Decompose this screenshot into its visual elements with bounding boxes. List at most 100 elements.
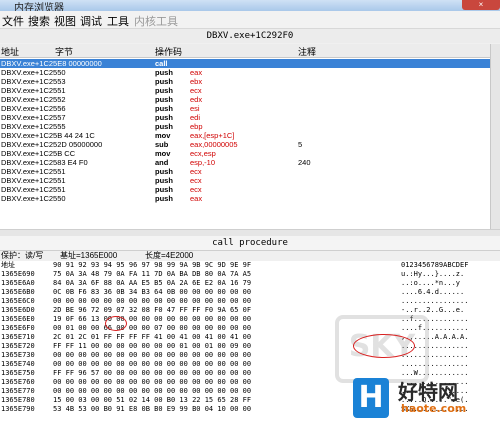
disasm-address: DBXV.exe+1C2551 [1, 176, 66, 185]
header-bytes[interactable]: 字节 [55, 45, 73, 58]
disasm-row[interactable]: DBXV.exe+1C2583 E4 F0 and esp,-10 240 [0, 158, 490, 167]
disasm-row[interactable]: DBXV.exe+1C2552 push edx [0, 95, 490, 104]
disasm-row[interactable]: DBXV.exe+1C2557 push edi [0, 113, 490, 122]
disasm-operand: ecx [190, 167, 202, 176]
hex-row-bytes: 00 00 00 00 00 00 00 00 00 00 00 00 00 0… [53, 387, 252, 395]
disasm-row[interactable]: DBXV.exe+1C2551 push ecx [0, 167, 490, 176]
disasm-address: DBXV.exe+1C252D 05000000 [1, 140, 103, 149]
disasm-mnemonic: push [155, 167, 173, 176]
hex-header-address: 地址 [1, 261, 15, 269]
hex-row-address: 1365E790 [1, 405, 35, 413]
disasm-operand: edx [190, 95, 203, 104]
hex-row-bytes: 00 00 00 00 00 00 00 00 00 00 00 00 00 0… [53, 297, 252, 305]
disasm-row[interactable]: DBXV.exe+1C2551 push ecx [0, 86, 490, 95]
disasm-operand: eax [190, 194, 203, 203]
disasm-mnemonic: mov [155, 149, 171, 158]
disasm-operand: ecx [190, 86, 202, 95]
disasm-address: DBXV.exe+1C2551 [1, 167, 66, 176]
hex-row-address: 1365E6D0 [1, 306, 35, 314]
logo-mark-icon: H [353, 378, 389, 418]
hex-row-bytes: FF FF 96 57 00 00 00 00 00 00 00 00 00 0… [53, 369, 252, 377]
header-address[interactable]: 地址 [1, 45, 19, 58]
hex-row-ascii: ..:o....*n...y [401, 279, 461, 287]
disasm-row[interactable]: DBXV.exe+1C25E8 00000000 call [0, 59, 490, 68]
hex-row-address: 1365E6C0 [1, 297, 35, 305]
disasm-address: DBXV.exe+1C2555 [1, 122, 66, 131]
disasm-row[interactable]: DBXV.exe+1C2553 push ebx [0, 77, 490, 86]
disasm-address: DBXV.exe+1C2550 [1, 194, 66, 203]
disasm-row[interactable]: DBXV.exe+1C2555 push ebp [0, 122, 490, 131]
hex-dump-row[interactable]: 1365E6C0 00 00 00 00 00 00 00 00 00 00 00… [0, 297, 500, 306]
disasm-row[interactable]: DBXV.exe+1C252D 05000000 sub eax,00000005 5 [0, 140, 490, 149]
menu-file[interactable]: 文件 [2, 13, 24, 29]
disasm-mnemonic: push [155, 77, 173, 86]
hex-dump-row[interactable]: 1365E690 75 0A 3A 48 79 0A FA 11 7D 0A BA… [0, 270, 500, 279]
hex-row-address: 1365E750 [1, 369, 35, 377]
disasm-mnemonic: mov [155, 131, 171, 140]
hex-dump-row[interactable]: 1365E6A0 84 0A 3A 6F 88 0A AA E5 B5 0A 2A… [0, 279, 500, 288]
disasm-column-header: 地址 字节 操作码 注释 [0, 44, 490, 58]
hex-row-address: 1365E740 [1, 360, 35, 368]
hex-row-address: 1365E770 [1, 387, 35, 395]
disassembly-pane[interactable]: 地址 字节 操作码 注释 DBXV.exe+1C25E8 00000000 cal… [0, 44, 490, 229]
logo-name: 好特网 [398, 380, 458, 404]
disasm-address: DBXV.exe+1C2556 [1, 104, 66, 113]
memory-base: 基址=1365E000 [60, 251, 118, 260]
hex-row-address: 1365E6A0 [1, 279, 35, 287]
disasm-row[interactable]: DBXV.exe+1C2556 push esi [0, 104, 490, 113]
hex-row-bytes: 75 0A 3A 48 79 0A FA 11 7D 0A BA DB 80 0… [53, 270, 252, 278]
disasm-row[interactable]: DBXV.exe+1C2550 push eax [0, 68, 490, 77]
disasm-operand: eax,00000005 [190, 140, 238, 149]
module-address-title: DBXV.exe+1C292F0 [0, 29, 500, 43]
menu-debug[interactable]: 调试 [80, 13, 102, 29]
hex-dump-row[interactable]: 1365E6D0 2D BE 96 72 09 07 32 08 F0 47 FF… [0, 306, 500, 315]
hex-row-bytes: 0C 0B F6 83 36 0B 34 B3 64 0B 00 00 00 0… [53, 288, 252, 296]
header-comment[interactable]: 注释 [298, 45, 316, 58]
hex-header-columns: 90 91 92 93 94 95 96 97 98 99 9A 9B 9C 9… [53, 261, 252, 269]
menu-kernel-tools: 内核工具 [134, 16, 178, 28]
hex-row-bytes: 15 00 03 00 00 51 02 14 00 B0 13 22 15 6… [53, 396, 252, 404]
disasm-row[interactable]: DBXV.exe+1C2551 push ecx [0, 176, 490, 185]
menu-view[interactable]: 视图 [54, 13, 76, 29]
disasm-address: DBXV.exe+1C2551 [1, 86, 66, 95]
hex-row-address: 1365E760 [1, 378, 35, 386]
hex-header-ascii: 0123456789ABCDEF [401, 261, 469, 269]
disasm-row[interactable]: DBXV.exe+1C25B 44 24 1C mov eax,[esp+1C] [0, 131, 490, 140]
disasm-operand: ebx [190, 77, 203, 86]
menu-tools[interactable]: 工具 [107, 13, 129, 29]
disasm-operand: ecx,esp [190, 149, 216, 158]
disasm-mnemonic: sub [155, 140, 169, 149]
disasm-row[interactable]: DBXV.exe+1C2550 push eax [0, 194, 490, 203]
header-opcode[interactable]: 操作码 [155, 45, 182, 58]
logo-url: haote.com [401, 402, 467, 415]
disasm-mnemonic: push [155, 113, 173, 122]
disasm-mnemonic: push [155, 176, 173, 185]
hex-row-ascii: ....6.4.d...... [401, 288, 465, 296]
hex-row-address: 1365E730 [1, 351, 35, 359]
hex-dump-header: 地址 90 91 92 93 94 95 96 97 98 99 9A 9B 9… [0, 261, 500, 270]
disasm-row[interactable]: DBXV.exe+1C25B CC mov ecx,esp [0, 149, 490, 158]
disasm-vertical-scrollbar[interactable] [490, 44, 500, 229]
hex-row-ascii: u.:Hy...}....z. [401, 270, 465, 278]
disasm-mnemonic: push [155, 68, 173, 77]
disasm-address: DBXV.exe+1C25E8 00000000 [1, 59, 102, 68]
disasm-address: DBXV.exe+1C25B CC [1, 149, 76, 158]
menu-bar: 文件 搜索 视图 调试 工具 内核工具 [0, 11, 500, 29]
disasm-operand: eax [190, 68, 203, 77]
hex-dump-row[interactable]: 1365E6B0 0C 0B F6 83 36 0B 34 B3 64 0B 00… [0, 288, 500, 297]
disasm-comment: 5 [298, 140, 303, 149]
close-button[interactable]: × [462, 0, 500, 10]
hex-row-address: 1365E6B0 [1, 288, 35, 296]
disasm-operand: esi [190, 104, 200, 113]
hex-row-bytes: 53 4B 53 00 B0 91 E8 0B B0 E9 99 B0 04 1… [53, 405, 252, 413]
disasm-row[interactable]: DBXV.exe+1C2551 push ecx [0, 185, 490, 194]
disasm-address: DBXV.exe+1C2557 [1, 113, 66, 122]
disasm-mnemonic: push [155, 122, 173, 131]
menu-search[interactable]: 搜索 [28, 13, 50, 29]
hex-row-bytes: 2D BE 96 72 09 07 32 08 F0 47 FF FF F0 9… [53, 306, 252, 314]
hex-row-bytes: 19 0F 66 13 00 00 00 00 00 00 00 00 00 0… [53, 315, 252, 323]
disasm-operand: esp,-10 [190, 158, 216, 167]
disasm-mnemonic: push [155, 194, 173, 203]
disasm-mnemonic: push [155, 86, 173, 95]
hex-row-bytes: 00 01 00 00 66 00 00 00 07 00 00 00 00 0… [53, 324, 252, 332]
